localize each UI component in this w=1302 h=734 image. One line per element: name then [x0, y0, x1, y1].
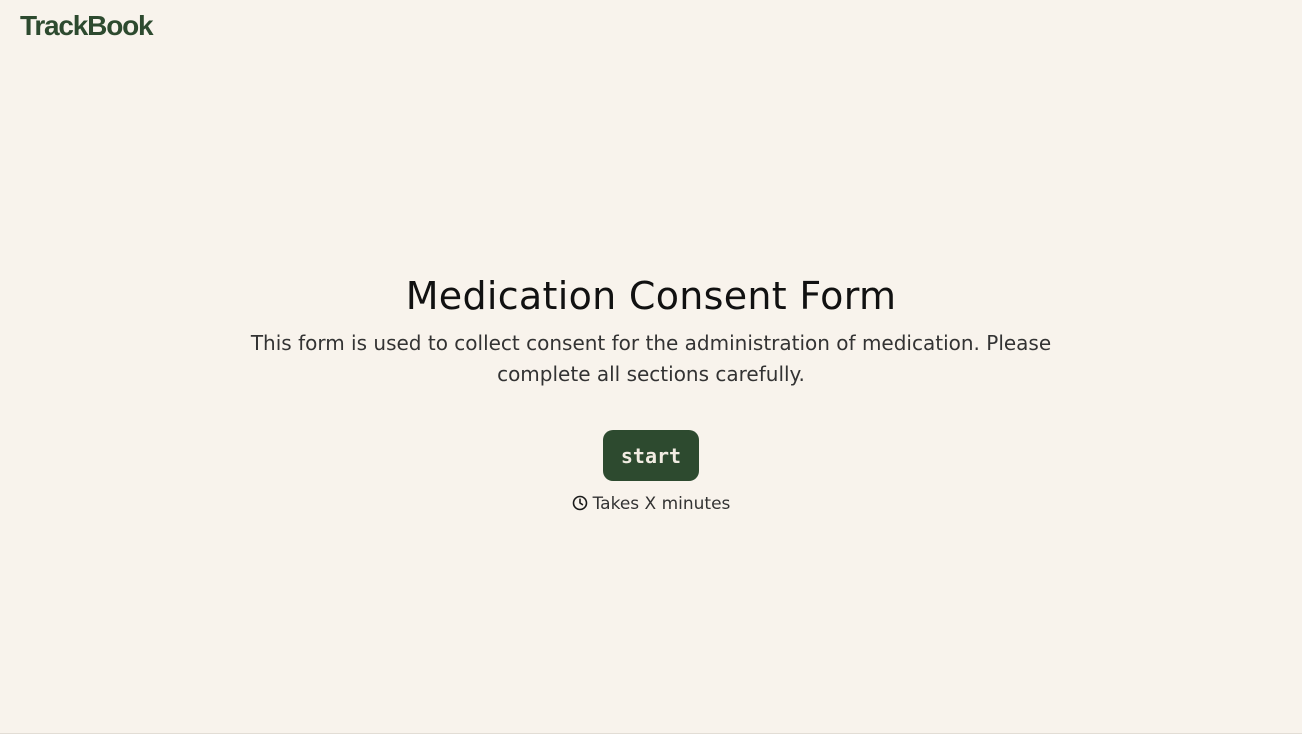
estimated-duration: Takes X minutes [0, 493, 1302, 515]
trackbook-logo[interactable]: TrackBook [20, 10, 154, 42]
clock-icon [572, 495, 588, 511]
form-intro: Medication Consent Form This form is use… [0, 268, 1302, 515]
start-button[interactable]: start [603, 430, 699, 481]
duration-text: Takes X minutes [592, 494, 731, 514]
page-title: Medication Consent Form [405, 274, 897, 318]
form-description: This form is used to collect consent for… [250, 331, 1052, 386]
